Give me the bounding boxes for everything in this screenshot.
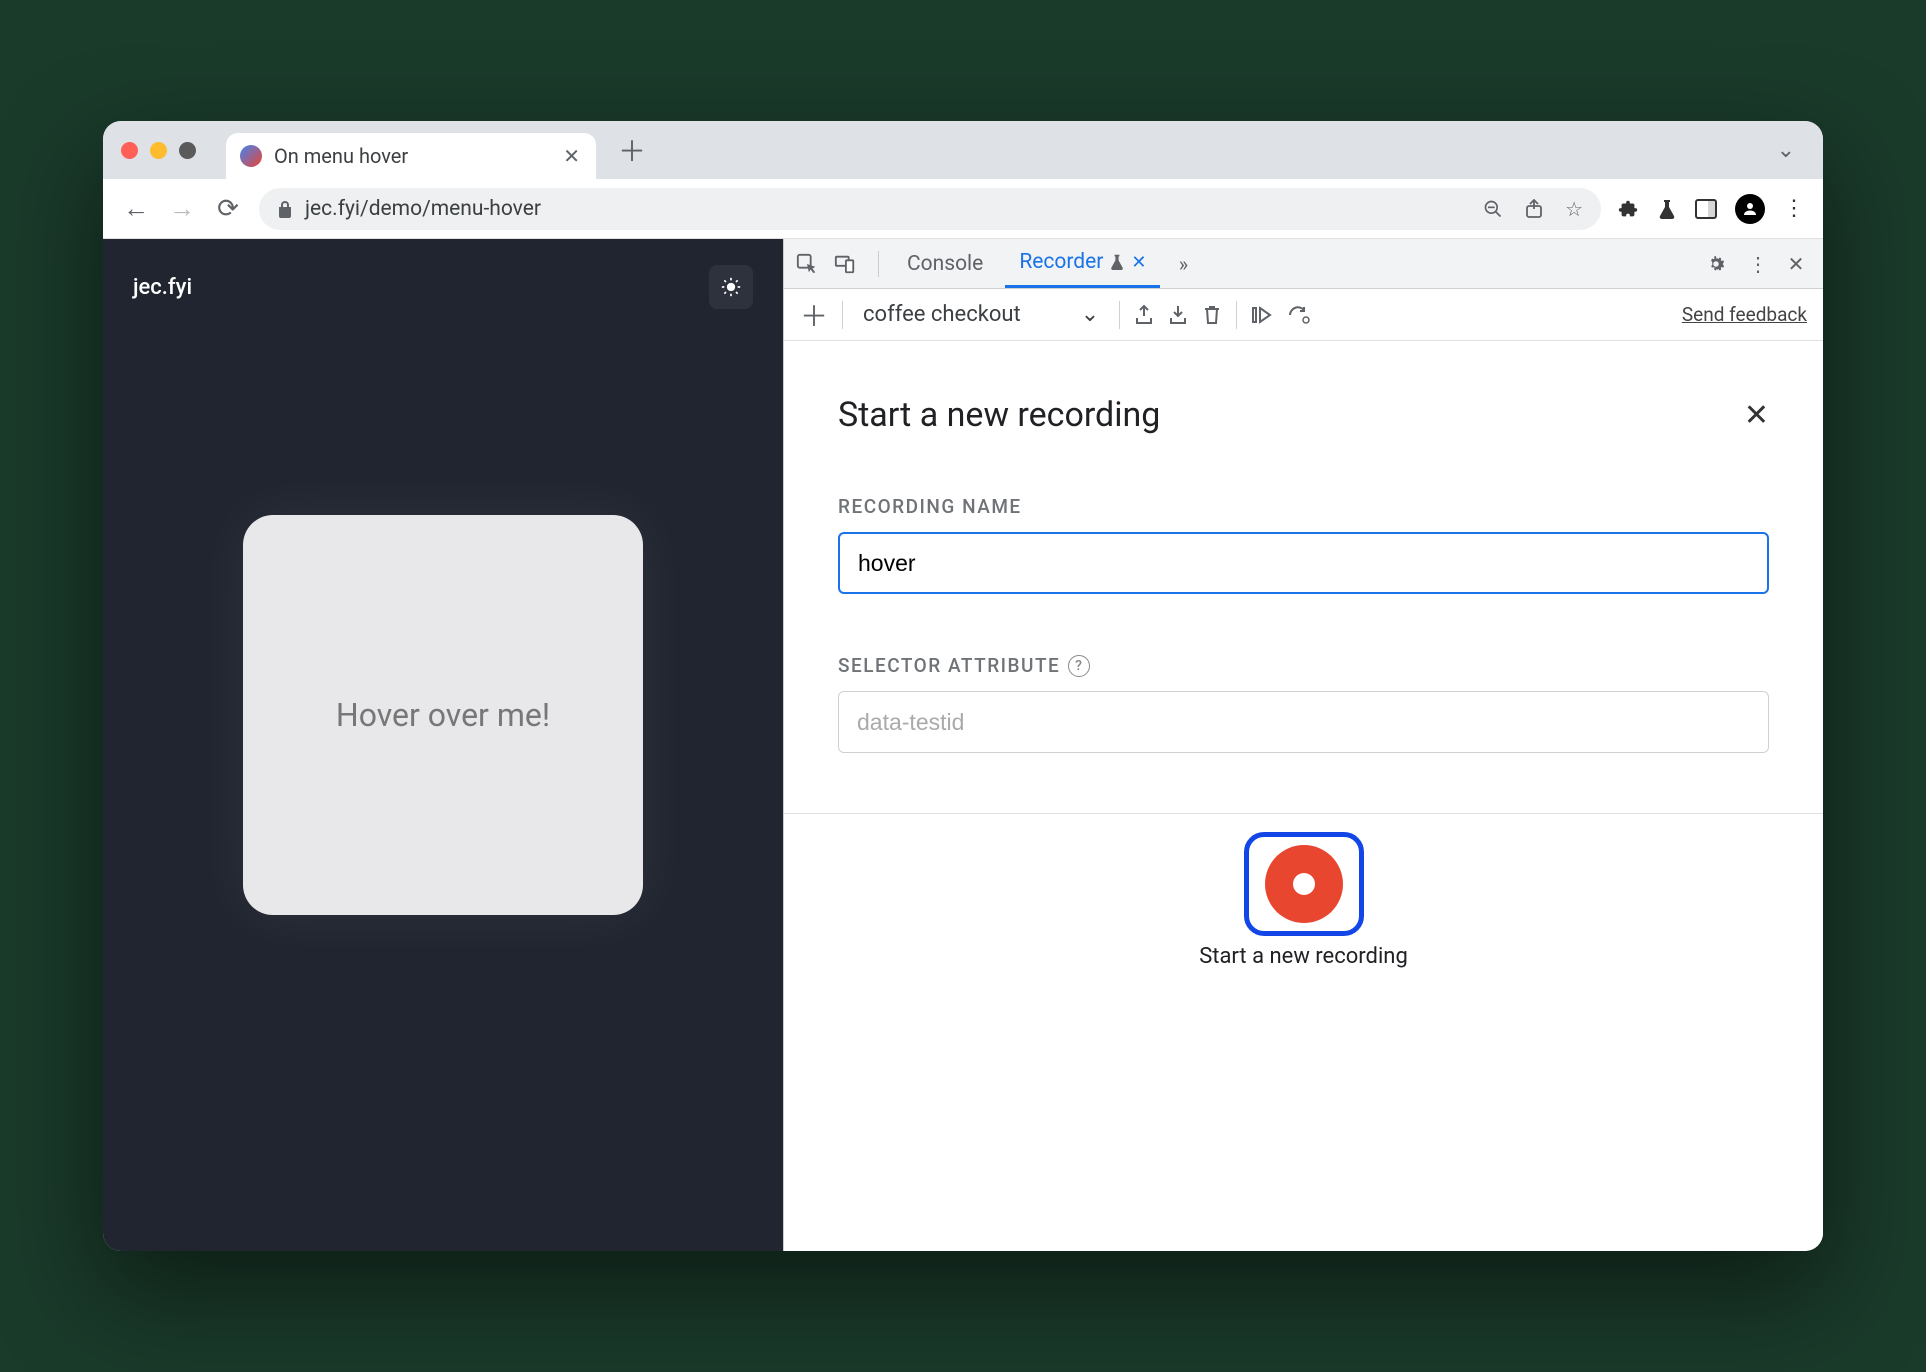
tab-close-icon[interactable]: ✕ — [563, 144, 580, 168]
browser-menu-icon[interactable]: ⋮ — [1783, 196, 1805, 221]
tab-title: On menu hover — [274, 144, 551, 168]
side-panel-icon[interactable] — [1695, 199, 1717, 219]
recording-name-label: RECORDING NAME — [838, 495, 1769, 518]
recorder-toolbar: ＋ coffee checkout ⌄ — [784, 289, 1823, 341]
recorder-close-icon[interactable]: ✕ — [1744, 398, 1769, 433]
devtools-close-icon[interactable]: ✕ — [1781, 252, 1811, 276]
nav-reload-button[interactable]: ⟳ — [213, 194, 243, 224]
replay-settings-icon[interactable] — [1287, 305, 1311, 325]
selector-attribute-input[interactable] — [838, 691, 1769, 753]
help-icon[interactable]: ? — [1068, 655, 1090, 677]
devtools-menu-icon[interactable]: ⋮ — [1743, 252, 1773, 276]
labs-icon[interactable] — [1657, 198, 1677, 220]
recording-select[interactable]: coffee checkout ⌄ — [857, 302, 1105, 327]
flask-icon — [1109, 253, 1125, 271]
devtools-tab-bar: Console Recorder ✕ » ⋮ ✕ — [784, 239, 1823, 289]
browser-toolbar-icons: ⋮ — [1617, 194, 1805, 224]
page-body: Hover over me! — [103, 335, 783, 1251]
chevron-down-icon: ⌄ — [1081, 302, 1099, 327]
omnibox[interactable]: jec.fyi/demo/menu-hover ☆ — [259, 188, 1601, 230]
hover-card-text: Hover over me! — [336, 696, 550, 734]
tab-strip: On menu hover ✕ ＋ ⌄ — [103, 121, 1823, 179]
window-traffic-lights — [121, 142, 196, 159]
page-brand: jec.fyi — [133, 275, 192, 300]
record-icon — [1265, 845, 1343, 923]
start-recording-button[interactable] — [1244, 832, 1364, 936]
extensions-icon[interactable] — [1617, 198, 1639, 220]
selector-attribute-group: SELECTOR ATTRIBUTE ? — [838, 654, 1769, 753]
recording-select-value: coffee checkout — [863, 302, 1021, 327]
nav-back-button[interactable]: ← — [121, 193, 151, 224]
tab-close-icon[interactable]: ✕ — [1131, 252, 1146, 273]
lock-icon — [277, 200, 293, 218]
start-recording-label: Start a new recording — [1199, 944, 1408, 969]
send-feedback-link[interactable]: Send feedback — [1682, 303, 1807, 326]
recorder-heading-row: Start a new recording ✕ — [838, 395, 1769, 435]
content-area: jec.fyi Hover over me! — [103, 239, 1823, 1251]
recorder-heading: Start a new recording — [838, 395, 1160, 435]
recorder-footer: Start a new recording — [784, 813, 1823, 999]
page-header: jec.fyi — [103, 239, 783, 335]
hover-card[interactable]: Hover over me! — [243, 515, 643, 915]
tab-favicon-icon — [240, 145, 262, 167]
import-icon[interactable] — [1168, 304, 1188, 326]
more-tabs-icon[interactable]: » — [1168, 252, 1198, 276]
tab-console[interactable]: Console — [893, 239, 997, 288]
zoom-out-icon[interactable] — [1483, 199, 1503, 219]
play-icon[interactable] — [1251, 304, 1273, 326]
recording-name-group: RECORDING NAME — [838, 495, 1769, 594]
device-toggle-icon[interactable] — [834, 253, 864, 275]
theme-toggle-button[interactable] — [709, 265, 753, 309]
browser-tab[interactable]: On menu hover ✕ — [226, 133, 596, 179]
window-minimize-icon[interactable] — [150, 142, 167, 159]
rendered-page: jec.fyi Hover over me! — [103, 239, 783, 1251]
window-close-icon[interactable] — [121, 142, 138, 159]
tab-recorder[interactable]: Recorder ✕ — [1005, 239, 1160, 288]
devtools-panel: Console Recorder ✕ » ⋮ ✕ ＋ coffee chec — [783, 239, 1823, 1251]
profile-avatar-icon[interactable] — [1735, 194, 1765, 224]
bookmark-star-icon[interactable]: ☆ — [1565, 197, 1583, 221]
settings-gear-icon[interactable] — [1705, 253, 1735, 275]
nav-forward-button[interactable]: → — [167, 193, 197, 224]
inspect-element-icon[interactable] — [796, 253, 826, 275]
recorder-body: Start a new recording ✕ RECORDING NAME S… — [784, 341, 1823, 1251]
recording-name-input[interactable] — [838, 532, 1769, 594]
delete-icon[interactable] — [1202, 304, 1222, 326]
new-recording-icon[interactable]: ＋ — [800, 295, 828, 335]
selector-attribute-label: SELECTOR ATTRIBUTE ? — [838, 654, 1769, 677]
address-bar: ← → ⟳ jec.fyi/demo/menu-hover ☆ — [103, 179, 1823, 239]
export-icon[interactable] — [1134, 304, 1154, 326]
url-text: jec.fyi/demo/menu-hover — [305, 197, 1461, 221]
tabs-dropdown-icon[interactable]: ⌄ — [1777, 138, 1795, 163]
window-maximize-icon[interactable] — [179, 142, 196, 159]
browser-window: On menu hover ✕ ＋ ⌄ ← → ⟳ jec.fyi/demo/m… — [103, 121, 1823, 1251]
new-tab-button[interactable]: ＋ — [618, 130, 646, 170]
share-icon[interactable] — [1525, 199, 1543, 219]
